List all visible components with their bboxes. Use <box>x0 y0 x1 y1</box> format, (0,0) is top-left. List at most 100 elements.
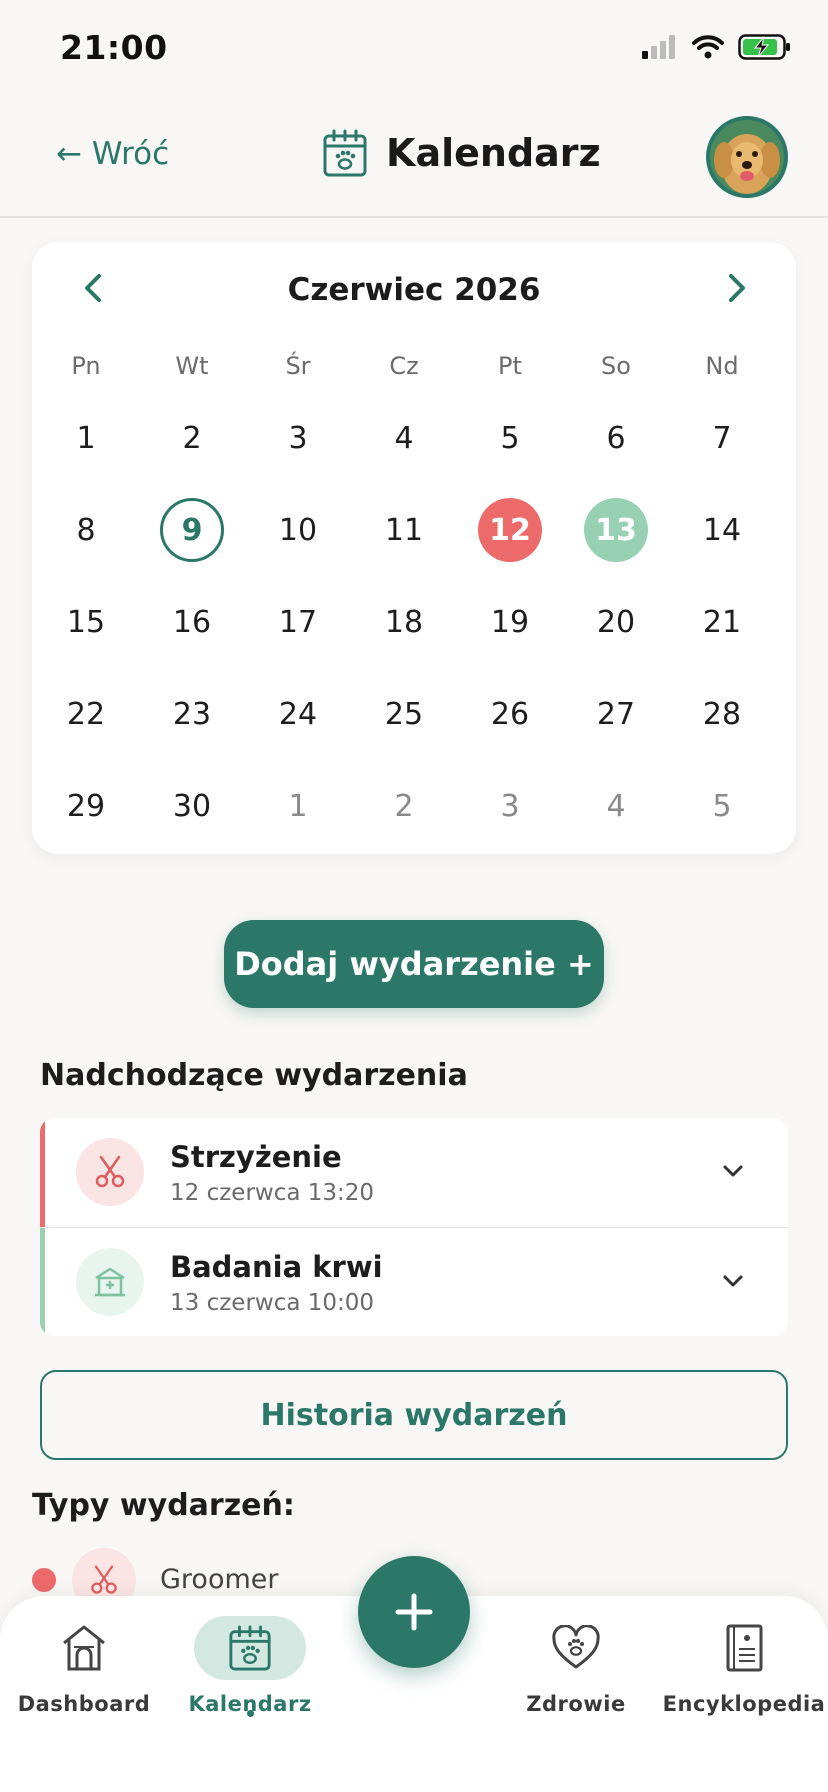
status-bar: 21:00 <box>0 0 828 100</box>
page-title-wrap: Kalendarz <box>322 128 601 178</box>
calendar-day-number: 30 <box>172 788 212 824</box>
weekday-label: Pt <box>498 352 522 380</box>
plus-icon <box>395 1593 433 1631</box>
calendar-day[interactable]: 1 <box>33 392 139 484</box>
calendar-day-number: 9 <box>160 498 224 562</box>
event-item-badania-krwi[interactable]: Badania krwi 13 czerwca 10:00 <box>40 1228 788 1336</box>
calendar-day[interactable]: 25 <box>351 668 457 760</box>
calendar-day[interactable]: 11 <box>351 484 457 576</box>
calendar-day-number: 24 <box>278 696 318 732</box>
calendar-day[interactable]: 21 <box>669 576 775 668</box>
nav-label: Zdrowie <box>526 1692 626 1716</box>
calendar-day[interactable]: 14 <box>669 484 775 576</box>
calendar-day-number: 3 <box>500 788 520 824</box>
calendar-day-number: 7 <box>712 420 732 456</box>
calendar-day[interactable]: 4 <box>563 760 669 852</box>
calendar-day[interactable]: 6 <box>563 392 669 484</box>
event-types-title: Typy wydarzeń: <box>32 1488 295 1523</box>
active-indicator-dot <box>247 1710 254 1717</box>
calendar-day[interactable]: 20 <box>563 576 669 668</box>
legend-color-dot <box>32 1568 56 1592</box>
nav-item-dashboard[interactable]: Dashboard <box>4 1616 164 1726</box>
back-button[interactable]: ← Wróć <box>56 136 169 172</box>
calendar-day[interactable]: 26 <box>457 668 563 760</box>
calendar-day[interactable]: 3 <box>245 392 351 484</box>
calendar-day[interactable]: 27 <box>563 668 669 760</box>
calendar-day[interactable]: 17 <box>245 576 351 668</box>
doghouse-icon <box>63 1625 105 1671</box>
calendar-day-number: 2 <box>394 788 414 824</box>
calendar-day[interactable]: 5 <box>669 760 775 852</box>
calendar-day-number: 22 <box>66 696 106 732</box>
calendar-day[interactable]: 19 <box>457 576 563 668</box>
calendar-day[interactable]: 28 <box>669 668 775 760</box>
calendar-day-number: 10 <box>278 512 318 548</box>
calendar-day[interactable]: 2 <box>351 760 457 852</box>
back-label: ← Wróć <box>56 136 170 172</box>
event-color-bar <box>40 1118 45 1227</box>
calendar-day-number: 5 <box>500 420 520 456</box>
nav-label: Dashboard <box>17 1692 151 1716</box>
calendar-day[interactable]: 13 <box>563 484 669 576</box>
status-icons <box>642 34 792 60</box>
calendar-day[interactable]: 9 <box>139 484 245 576</box>
chevron-down-icon[interactable] <box>718 1266 748 1296</box>
calendar-day-number: 29 <box>66 788 106 824</box>
battery-charging-icon <box>738 34 790 60</box>
calendar-paw-icon <box>323 129 367 177</box>
nav-item-encyklopedia[interactable]: Encyklopedia <box>663 1616 825 1726</box>
calendar-day[interactable]: 3 <box>457 760 563 852</box>
heart-paw-icon <box>552 1625 600 1669</box>
weekday-label: Cz <box>389 352 419 380</box>
calendar-day[interactable]: 16 <box>139 576 245 668</box>
calendar-day-number: 18 <box>384 604 424 640</box>
calendar-day[interactable]: 12 <box>457 484 563 576</box>
calendar-day-number: 4 <box>394 420 414 456</box>
calendar-day[interactable]: 2 <box>139 392 245 484</box>
calendar-day[interactable]: 29 <box>33 760 139 852</box>
calendar-month-label: Czerwiec 2026 <box>287 272 541 308</box>
calendar-day-number: 2 <box>182 420 202 456</box>
calendar-day-number: 21 <box>702 604 742 640</box>
avatar[interactable] <box>706 116 788 198</box>
event-history-button[interactable]: Historia wydarzeń <box>40 1370 788 1460</box>
calendar-day[interactable]: 18 <box>351 576 457 668</box>
next-month-button[interactable] <box>716 268 756 308</box>
weekday-label: So <box>601 352 631 380</box>
calendar-day[interactable]: 1 <box>245 760 351 852</box>
event-name: Strzyżenie <box>170 1140 342 1174</box>
calendar-day[interactable]: 23 <box>139 668 245 760</box>
calendar-day[interactable]: 30 <box>139 760 245 852</box>
calendar-day-number: 16 <box>172 604 212 640</box>
calendar-day[interactable]: 8 <box>33 484 139 576</box>
calendar-day-number: 19 <box>490 604 530 640</box>
event-color-bar <box>40 1228 45 1336</box>
calendar-day-number: 25 <box>384 696 424 732</box>
calendar-day-number: 26 <box>490 696 530 732</box>
upcoming-events-title: Nadchodzące wydarzenia <box>40 1058 468 1093</box>
calendar-day[interactable]: 7 <box>669 392 775 484</box>
calendar-day-number: 3 <box>288 420 308 456</box>
calendar-day-number: 11 <box>384 512 424 548</box>
calendar-day[interactable]: 15 <box>33 576 139 668</box>
calendar-day[interactable]: 24 <box>245 668 351 760</box>
weekday-label: Nd <box>705 352 739 380</box>
add-event-button[interactable]: Dodaj wydarzenie + <box>224 920 604 1008</box>
calendar-day[interactable]: 5 <box>457 392 563 484</box>
chevron-down-icon[interactable] <box>718 1156 748 1186</box>
calendar-day-number: 27 <box>596 696 636 732</box>
calendar-day[interactable]: 10 <box>245 484 351 576</box>
calendar-day[interactable]: 4 <box>351 392 457 484</box>
legend-label: Groomer <box>160 1564 279 1595</box>
nav-item-zdrowie[interactable]: Zdrowie <box>496 1616 656 1726</box>
event-date: 12 czerwca 13:20 <box>170 1180 375 1206</box>
page-title: Kalendarz <box>386 131 601 175</box>
add-fab-button[interactable] <box>358 1556 470 1668</box>
calendar-day-number: 12 <box>478 498 542 562</box>
event-item-strzyzenie[interactable]: Strzyżenie 12 czerwca 13:20 <box>40 1118 788 1227</box>
clinic-icon <box>76 1248 144 1316</box>
calendar-day[interactable]: 22 <box>33 668 139 760</box>
book-icon <box>726 1624 763 1672</box>
signal-icon <box>642 35 675 59</box>
calendar-day-number: 4 <box>606 788 626 824</box>
